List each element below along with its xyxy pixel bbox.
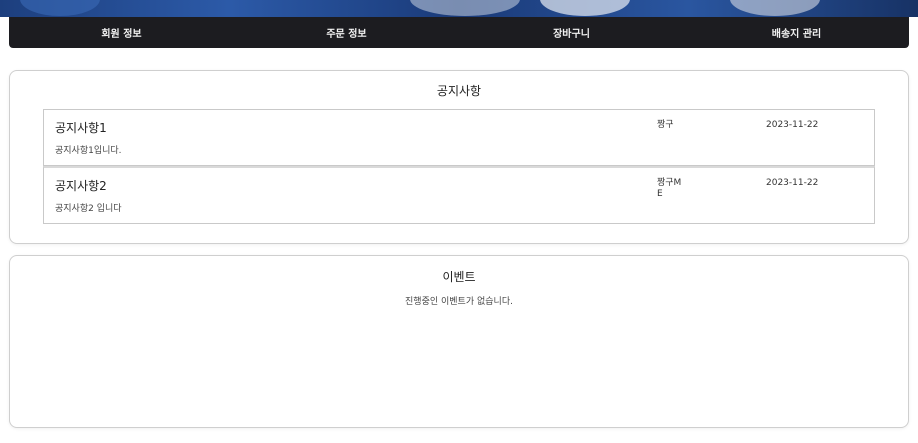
notice-date: 2023-11-22: [766, 178, 819, 188]
nav-member-info[interactable]: 회원 정보: [9, 17, 234, 48]
event-section: 이벤트 진행중인 이벤트가 없습니다.: [9, 255, 909, 428]
notice-author: 짱구: [657, 120, 674, 130]
notice-section-title: 공지사항: [436, 84, 482, 98]
nav-cart[interactable]: 장바구니: [459, 17, 684, 48]
notice-author: 짱구ME: [657, 178, 682, 199]
notice-section: 공지사항 공지사항1 공지사항1입니다. 짱구 2023-11-22 공지사항2…: [9, 70, 909, 244]
event-section-title: 이벤트: [442, 270, 476, 284]
notice-title: 공지사항2: [55, 179, 107, 193]
nav-shipping-address[interactable]: 배송지 관리: [684, 17, 909, 48]
notice-date: 2023-11-22: [766, 120, 819, 130]
notice-content: 공지사항2 입니다: [55, 204, 122, 214]
mypage-nav: 회원 정보 주문 정보 장바구니 배송지 관리: [9, 17, 909, 48]
hero-banner: [0, 0, 918, 17]
notice-title: 공지사항1: [55, 121, 107, 135]
event-empty-message: 진행중인 이벤트가 없습니다.: [405, 297, 513, 307]
notice-list: 공지사항1 공지사항1입니다. 짱구 2023-11-22 공지사항2 공지사항…: [43, 109, 875, 224]
notice-content: 공지사항1입니다.: [55, 146, 122, 156]
banner-image-fragment: [410, 0, 520, 16]
banner-image-fragment: [540, 0, 630, 16]
notice-row[interactable]: 공지사항2 공지사항2 입니다 짱구ME 2023-11-22: [43, 166, 875, 224]
banner-image-fragment: [730, 0, 820, 16]
banner-image-fragment: [20, 0, 100, 16]
notice-row[interactable]: 공지사항1 공지사항1입니다. 짱구 2023-11-22: [43, 109, 875, 166]
nav-order-info[interactable]: 주문 정보: [234, 17, 459, 48]
